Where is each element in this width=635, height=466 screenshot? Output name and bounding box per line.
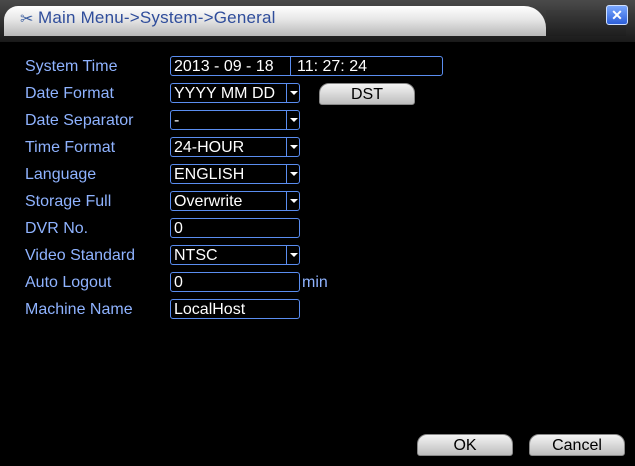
machine-name-input[interactable]: LocalHost <box>170 299 300 319</box>
row-language: Language ENGLISH <box>25 164 625 186</box>
language-label: Language <box>25 166 97 183</box>
row-machine-name: Machine Name LocalHost <box>25 299 625 321</box>
ok-button[interactable]: OK <box>417 434 513 456</box>
close-button[interactable]: ✕ <box>606 5 628 25</box>
row-time-format: Time Format 24-HOUR <box>25 137 625 159</box>
language-value: ENGLISH <box>170 164 286 184</box>
date-separator-value: - <box>170 110 286 130</box>
video-standard-value: NTSC <box>170 245 286 265</box>
row-video-standard: Video Standard NTSC <box>25 245 625 267</box>
row-storage-full: Storage Full Overwrite <box>25 191 625 213</box>
video-standard-label: Video Standard <box>25 247 136 264</box>
system-time-time[interactable]: 11: 27: 24 <box>297 57 367 75</box>
row-date-separator: Date Separator - <box>25 110 625 132</box>
date-separator-select[interactable]: - <box>170 110 300 130</box>
date-format-value: YYYY MM DD <box>170 83 286 103</box>
date-format-label: Date Format <box>25 85 114 102</box>
settings-panel: System Time 2013 - 09 - 18 11: 27: 24 Da… <box>10 42 625 458</box>
chevron-down-icon[interactable] <box>286 83 300 103</box>
dst-button[interactable]: DST <box>319 83 415 105</box>
general-settings-window: ✂ Main Menu->System->General ✕ System Ti… <box>0 0 635 466</box>
cancel-button[interactable]: Cancel <box>529 434 625 456</box>
system-time-divider <box>290 57 291 75</box>
system-time-date[interactable]: 2013 - 09 - 18 <box>174 57 274 75</box>
auto-logout-input[interactable]: 0 <box>170 272 300 292</box>
date-format-select[interactable]: YYYY MM DD <box>170 83 300 103</box>
language-select[interactable]: ENGLISH <box>170 164 300 184</box>
menu-icon: ✂ <box>20 11 34 28</box>
storage-full-select[interactable]: Overwrite <box>170 191 300 211</box>
video-standard-select[interactable]: NTSC <box>170 245 300 265</box>
chevron-down-icon[interactable] <box>286 164 300 184</box>
machine-name-label: Machine Name <box>25 301 133 318</box>
date-separator-label: Date Separator <box>25 112 134 129</box>
row-system-time: System Time 2013 - 09 - 18 11: 27: 24 <box>25 56 625 78</box>
system-time-label: System Time <box>25 58 118 75</box>
storage-full-value: Overwrite <box>170 191 286 211</box>
time-format-value: 24-HOUR <box>170 137 286 157</box>
system-time-field[interactable]: 2013 - 09 - 18 11: 27: 24 <box>170 56 443 76</box>
chevron-down-icon[interactable] <box>286 110 300 130</box>
row-auto-logout: Auto Logout 0 min <box>25 272 625 294</box>
row-dvr-no: DVR No. 0 <box>25 218 625 240</box>
auto-logout-label: Auto Logout <box>25 274 112 291</box>
row-date-format: Date Format YYYY MM DD DST <box>25 83 625 105</box>
chevron-down-icon[interactable] <box>286 137 300 157</box>
time-format-label: Time Format <box>25 139 116 156</box>
storage-full-label: Storage Full <box>25 193 112 210</box>
dvr-no-input[interactable]: 0 <box>170 218 300 238</box>
chevron-down-icon[interactable] <box>286 191 300 211</box>
dvr-no-label: DVR No. <box>25 220 89 237</box>
title-bar: ✂ Main Menu->System->General ✕ <box>0 0 635 42</box>
time-format-select[interactable]: 24-HOUR <box>170 137 300 157</box>
auto-logout-unit: min <box>302 274 328 291</box>
window-title: Main Menu->System->General <box>38 8 276 27</box>
chevron-down-icon[interactable] <box>286 245 300 265</box>
